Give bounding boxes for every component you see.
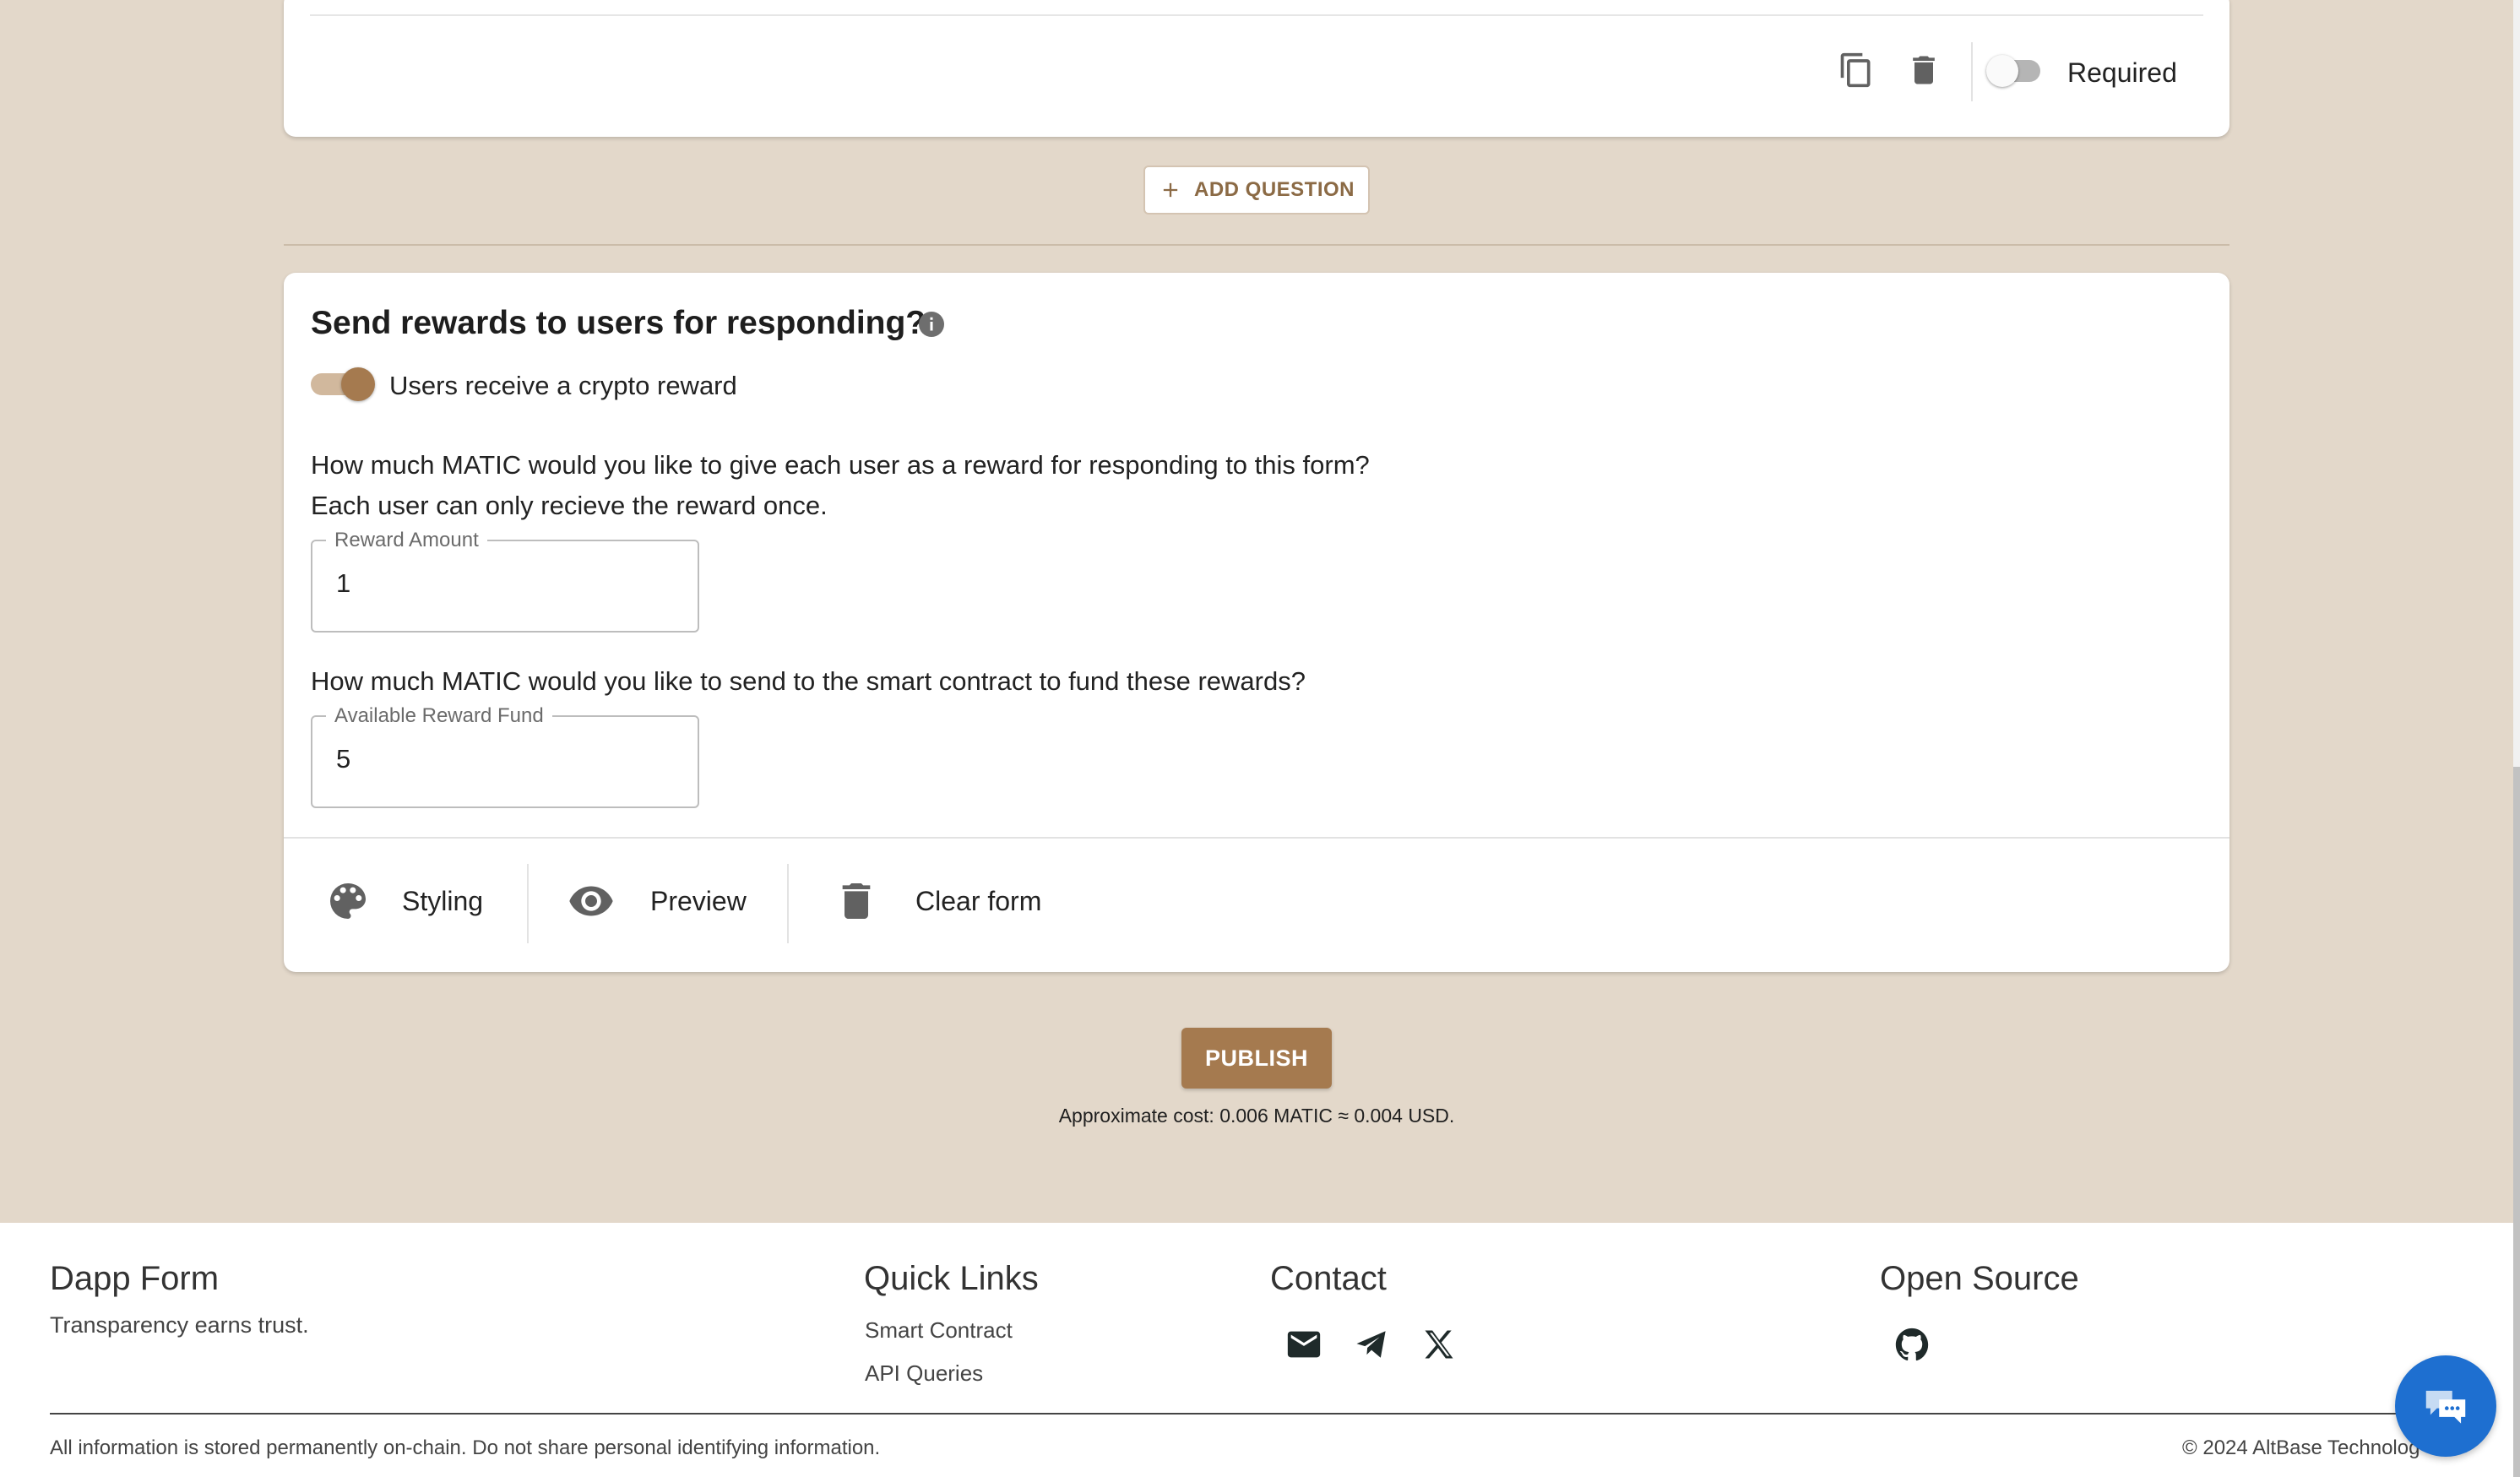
contact-title: Contact [1270, 1260, 1387, 1297]
required-label: Required [2067, 57, 2177, 88]
quick-links-title: Quick Links [864, 1260, 1039, 1297]
reward-toggle[interactable] [311, 366, 378, 403]
open-source-title: Open Source [1880, 1260, 2079, 1297]
x-icon[interactable] [1418, 1323, 1460, 1366]
publish-button[interactable]: PUBLISH [1181, 1028, 1332, 1089]
reward-question-2: How much MATIC would you like to send to… [311, 666, 1306, 696]
footer: Dapp Form Transparency earns trust. Quic… [0, 1223, 2513, 1477]
page-scrollbar[interactable] [2513, 0, 2520, 1477]
reward-question-1-note: Each user can only recieve the reward on… [311, 491, 828, 520]
cost-estimate: Approximate cost: 0.006 MATIC ≈ 0.004 US… [1058, 1105, 1455, 1127]
rewards-heading: Send rewards to users for responding? [311, 305, 926, 341]
palette-icon [330, 883, 366, 919]
telegram-icon[interactable] [1350, 1323, 1393, 1366]
duplicate-icon[interactable] [1833, 46, 1880, 94]
reward-amount-field[interactable]: Reward Amount [311, 529, 699, 633]
email-icon[interactable] [1283, 1323, 1325, 1366]
eye-icon [569, 886, 613, 916]
reward-question-1: How much MATIC would you like to give ea… [311, 450, 1370, 480]
footer-disclaimer: All information is stored permanently on… [50, 1436, 881, 1459]
info-icon[interactable] [910, 303, 953, 345]
scrollbar-thumb[interactable] [2513, 767, 2520, 1477]
reward-fund-field[interactable]: Available Reward Fund [311, 704, 699, 808]
styling-button[interactable]: Styling [324, 877, 483, 925]
toolbar-divider [284, 837, 2229, 839]
preview-label: Preview [650, 885, 747, 916]
required-toggle[interactable] [1986, 52, 2040, 90]
question-divider [310, 14, 2203, 16]
toolbar-separator [787, 864, 789, 943]
question-card: Required [284, 0, 2229, 137]
plus-icon [1163, 182, 1178, 198]
footer-divider [50, 1413, 2463, 1415]
add-question-label: ADD QUESTION [1193, 178, 1355, 201]
footer-brand: Dapp Form [50, 1260, 220, 1297]
chat-button[interactable] [2395, 1355, 2496, 1457]
styling-label: Styling [402, 885, 484, 916]
chat-icon [2425, 1390, 2466, 1424]
trash-icon [842, 883, 871, 919]
reward-fund-label: Available Reward Fund [326, 704, 552, 728]
reward-fund-input[interactable] [336, 744, 657, 774]
github-icon[interactable] [1891, 1323, 1933, 1366]
toolbar-separator [1971, 42, 1973, 101]
reward-toggle-label: Users receive a crypto reward [389, 371, 737, 400]
add-question-button[interactable]: ADD QUESTION [1143, 166, 1370, 214]
link-api-queries[interactable]: API Queries [865, 1360, 983, 1387]
footer-copyright: © 2024 AltBase Technolog [2182, 1436, 2420, 1459]
link-smart-contract[interactable]: Smart Contract [865, 1317, 1013, 1344]
delete-icon[interactable] [1900, 46, 1947, 94]
reward-amount-input[interactable] [336, 568, 657, 599]
section-divider [284, 244, 2229, 246]
reward-amount-label: Reward Amount [326, 529, 487, 552]
clear-form-button[interactable]: Clear form [833, 877, 1041, 925]
rewards-card: Send rewards to users for responding? Us… [284, 273, 2229, 972]
preview-button[interactable]: Preview [568, 877, 747, 925]
toolbar-separator [527, 864, 529, 943]
clear-form-label: Clear form [915, 885, 1042, 916]
footer-tagline: Transparency earns trust. [50, 1312, 309, 1338]
